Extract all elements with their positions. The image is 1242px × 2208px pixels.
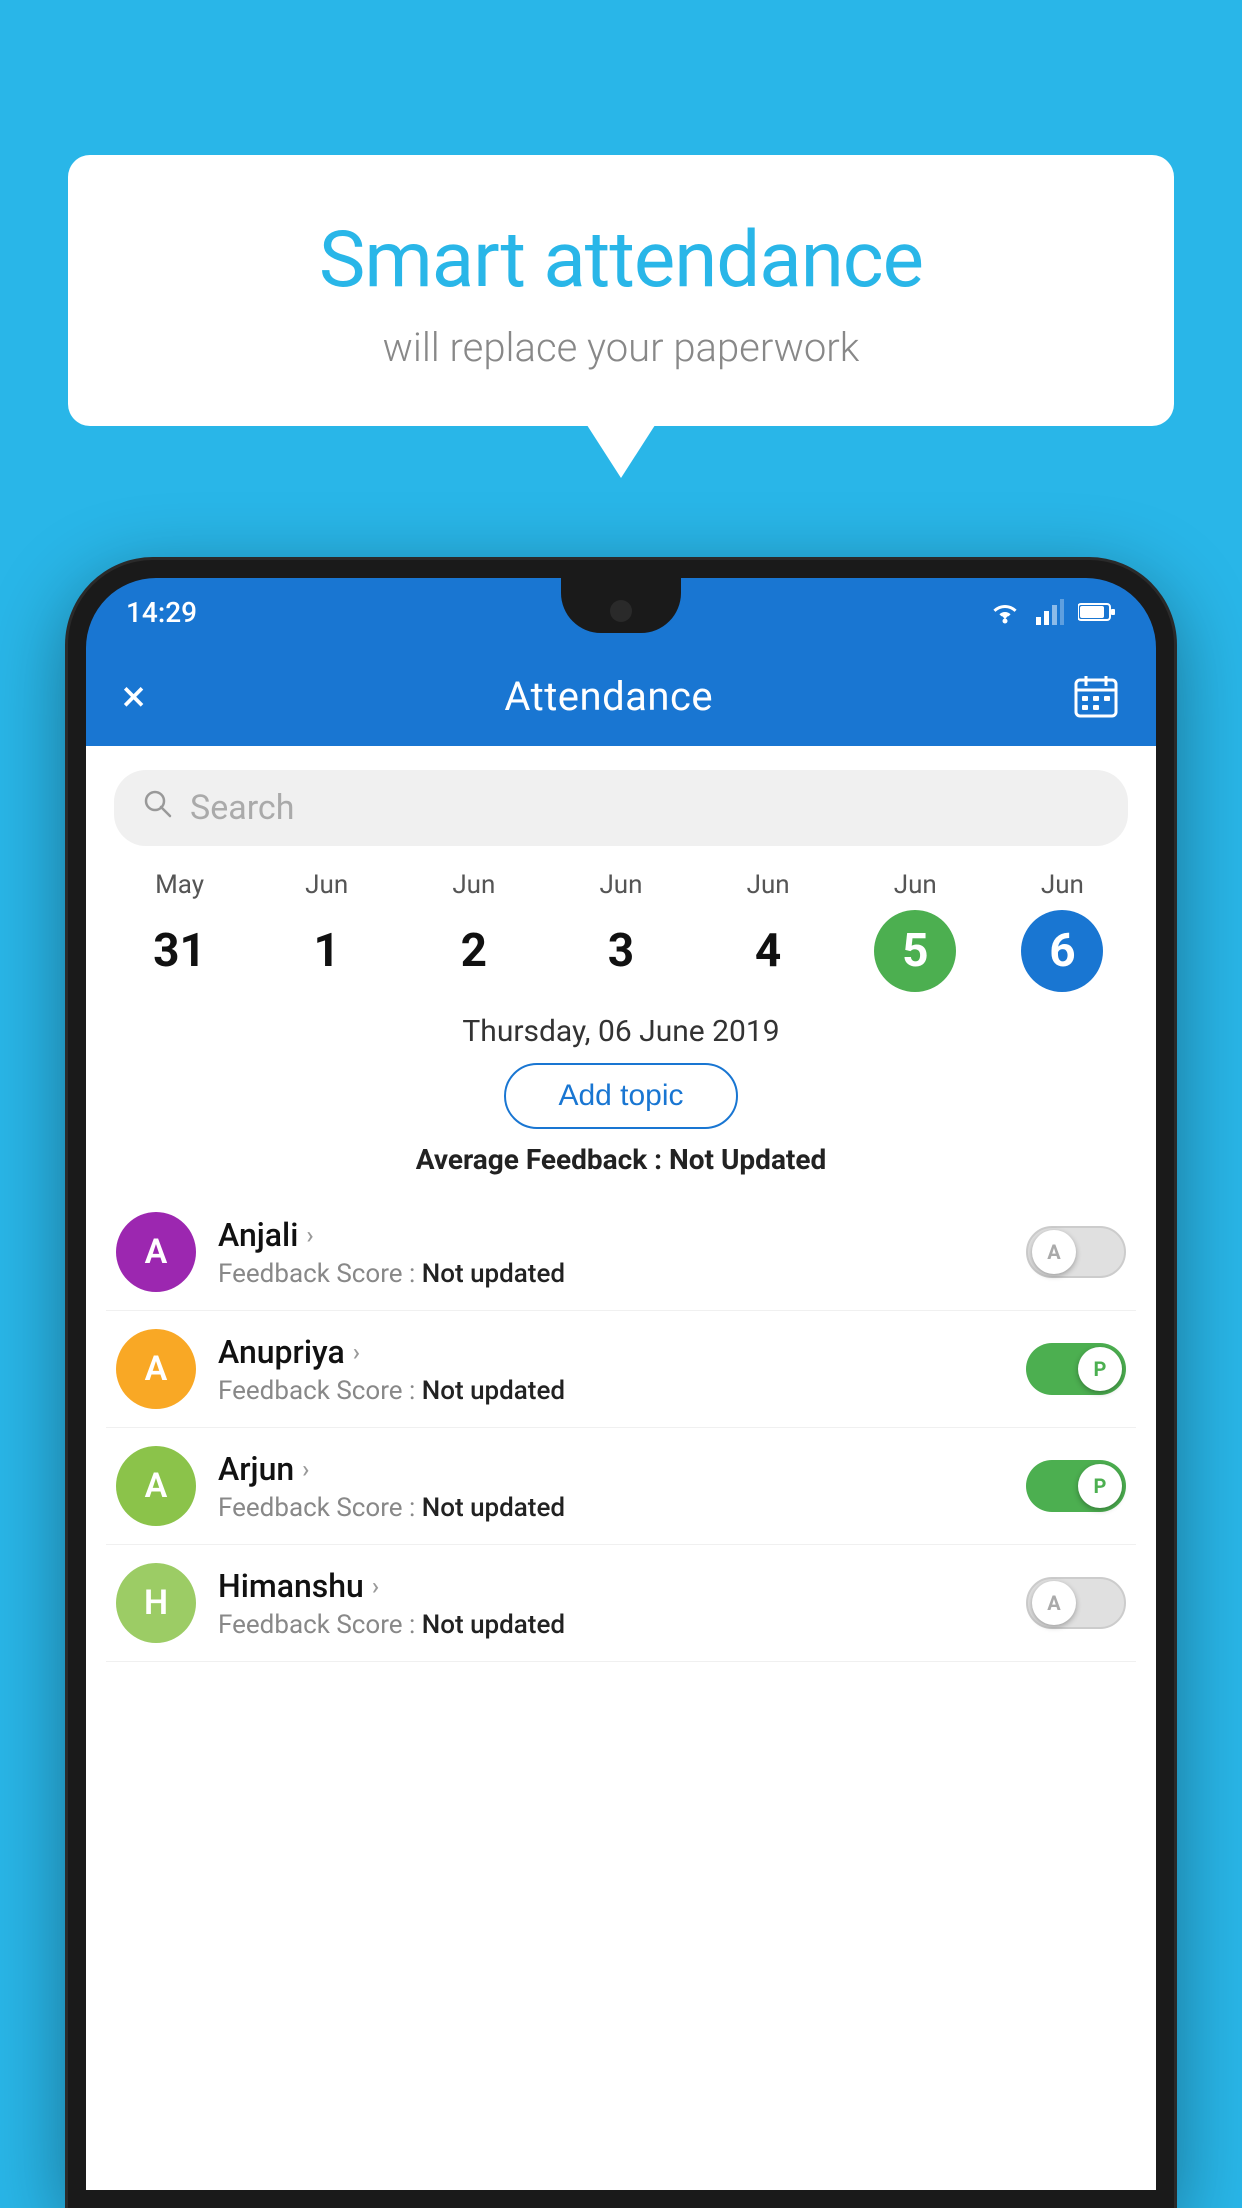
student-feedback: Feedback Score : Not updated	[218, 1259, 1026, 1289]
cal-date: 31	[139, 910, 221, 992]
cal-day-4[interactable]: Jun 4	[727, 870, 809, 992]
cal-date: 3	[580, 910, 662, 992]
speech-bubble-container: Smart attendance will replace your paper…	[68, 155, 1174, 426]
add-topic-button[interactable]: Add topic	[504, 1063, 737, 1129]
calendar-icon[interactable]	[1072, 672, 1120, 720]
battery-icon	[1078, 601, 1116, 623]
cal-date: 4	[727, 910, 809, 992]
student-name: Arjun ›	[218, 1450, 1026, 1488]
student-info: Anjali › Feedback Score : Not updated	[218, 1216, 1026, 1289]
toggle-thumb: A	[1032, 1230, 1076, 1274]
student-name: Anupriya ›	[218, 1333, 1026, 1371]
cal-day-2[interactable]: Jun 2	[433, 870, 515, 992]
student-avatar: A	[116, 1446, 196, 1526]
student-info: Arjun › Feedback Score : Not updated	[218, 1450, 1026, 1523]
cal-day-6[interactable]: Jun 6	[1021, 870, 1103, 992]
cal-month: Jun	[305, 870, 348, 900]
camera-dot	[610, 600, 632, 622]
notch	[561, 578, 681, 633]
chevron-icon: ›	[302, 1455, 309, 1483]
feedback-value: Not updated	[422, 1259, 565, 1289]
cal-date: 1	[286, 910, 368, 992]
student-name: Anjali ›	[218, 1216, 1026, 1254]
attendance-toggle[interactable]: P	[1026, 1460, 1126, 1512]
avg-feedback: Average Feedback : Not Updated	[86, 1143, 1156, 1176]
bubble-subtitle: will replace your paperwork	[118, 324, 1124, 371]
app-bar-title: Attendance	[504, 673, 713, 720]
chevron-icon: ›	[353, 1338, 360, 1366]
signal-icon	[1036, 599, 1064, 625]
student-item[interactable]: H Himanshu › Feedback Score : Not updatedA	[106, 1545, 1136, 1662]
cal-month: Jun	[1041, 870, 1084, 900]
close-button[interactable]: ×	[122, 670, 145, 722]
toggle-container[interactable]: P	[1026, 1460, 1126, 1512]
student-info: Anupriya › Feedback Score : Not updated	[218, 1333, 1026, 1406]
student-avatar: H	[116, 1563, 196, 1643]
cal-day-1[interactable]: Jun 1	[286, 870, 368, 992]
attendance-toggle[interactable]: P	[1026, 1343, 1126, 1395]
student-avatar: A	[116, 1329, 196, 1409]
student-avatar: A	[116, 1212, 196, 1292]
attendance-toggle[interactable]: A	[1026, 1226, 1126, 1278]
cal-date: 6	[1021, 910, 1103, 992]
cal-day-31[interactable]: May 31	[139, 870, 221, 992]
speech-bubble: Smart attendance will replace your paper…	[68, 155, 1174, 426]
toggle-container[interactable]: A	[1026, 1226, 1126, 1278]
student-feedback: Feedback Score : Not updated	[218, 1376, 1026, 1406]
student-list: AAnjali ›Feedback Score : Not updatedAAA…	[86, 1194, 1156, 1662]
cal-month: Jun	[894, 870, 937, 900]
cal-day-5[interactable]: Jun 5	[874, 870, 956, 992]
student-name: Himanshu ›	[218, 1567, 1026, 1605]
chevron-icon: ›	[306, 1221, 313, 1249]
student-item[interactable]: A Arjun › Feedback Score : Not updated P	[106, 1428, 1136, 1545]
selected-date-label: Thursday, 06 June 2019	[86, 1014, 1156, 1049]
student-feedback: Feedback Score : Not updated	[218, 1610, 1026, 1640]
toggle-thumb: P	[1078, 1464, 1122, 1508]
status-bar: 14:29	[86, 578, 1156, 646]
feedback-value: Not updated	[422, 1610, 565, 1640]
toggle-container[interactable]: P	[1026, 1343, 1126, 1395]
student-info: Himanshu › Feedback Score : Not updated	[218, 1567, 1026, 1640]
toggle-thumb: P	[1078, 1347, 1122, 1391]
student-feedback: Feedback Score : Not updated	[218, 1493, 1026, 1523]
cal-month: May	[155, 870, 204, 900]
feedback-value: Not updated	[422, 1493, 565, 1523]
wifi-icon	[988, 599, 1022, 625]
phone-inner: 14:29	[86, 578, 1156, 2190]
status-icons	[988, 599, 1116, 625]
cal-date: 5	[874, 910, 956, 992]
attendance-toggle[interactable]: A	[1026, 1577, 1126, 1629]
calendar-strip: May 31 Jun 1 Jun 2 Jun 3 Jun 4 Jun 5 Jun 6	[86, 862, 1156, 992]
phone-frame: 14:29	[68, 560, 1174, 2208]
cal-day-3[interactable]: Jun 3	[580, 870, 662, 992]
app-bar: × Attendance	[86, 646, 1156, 746]
cal-month: Jun	[452, 870, 495, 900]
cal-date: 2	[433, 910, 515, 992]
search-input-placeholder: Search	[190, 788, 294, 828]
toggle-thumb: A	[1032, 1581, 1076, 1625]
bubble-title: Smart attendance	[118, 215, 1124, 306]
search-bar[interactable]: Search	[114, 770, 1128, 846]
chevron-icon: ›	[372, 1572, 379, 1600]
cal-month: Jun	[599, 870, 642, 900]
app-content: Search May 31 Jun 1 Jun 2 Jun 3 Jun 4 Jun 5 Jun 6 Thu…	[86, 746, 1156, 2190]
student-item[interactable]: AAnjali ›Feedback Score : Not updatedA	[106, 1194, 1136, 1311]
student-item[interactable]: A Anupriya › Feedback Score : Not updated P	[106, 1311, 1136, 1428]
status-time: 14:29	[126, 596, 197, 629]
search-icon	[142, 788, 174, 828]
feedback-value: Not updated	[422, 1376, 565, 1406]
toggle-container[interactable]: A	[1026, 1577, 1126, 1629]
cal-month: Jun	[747, 870, 790, 900]
